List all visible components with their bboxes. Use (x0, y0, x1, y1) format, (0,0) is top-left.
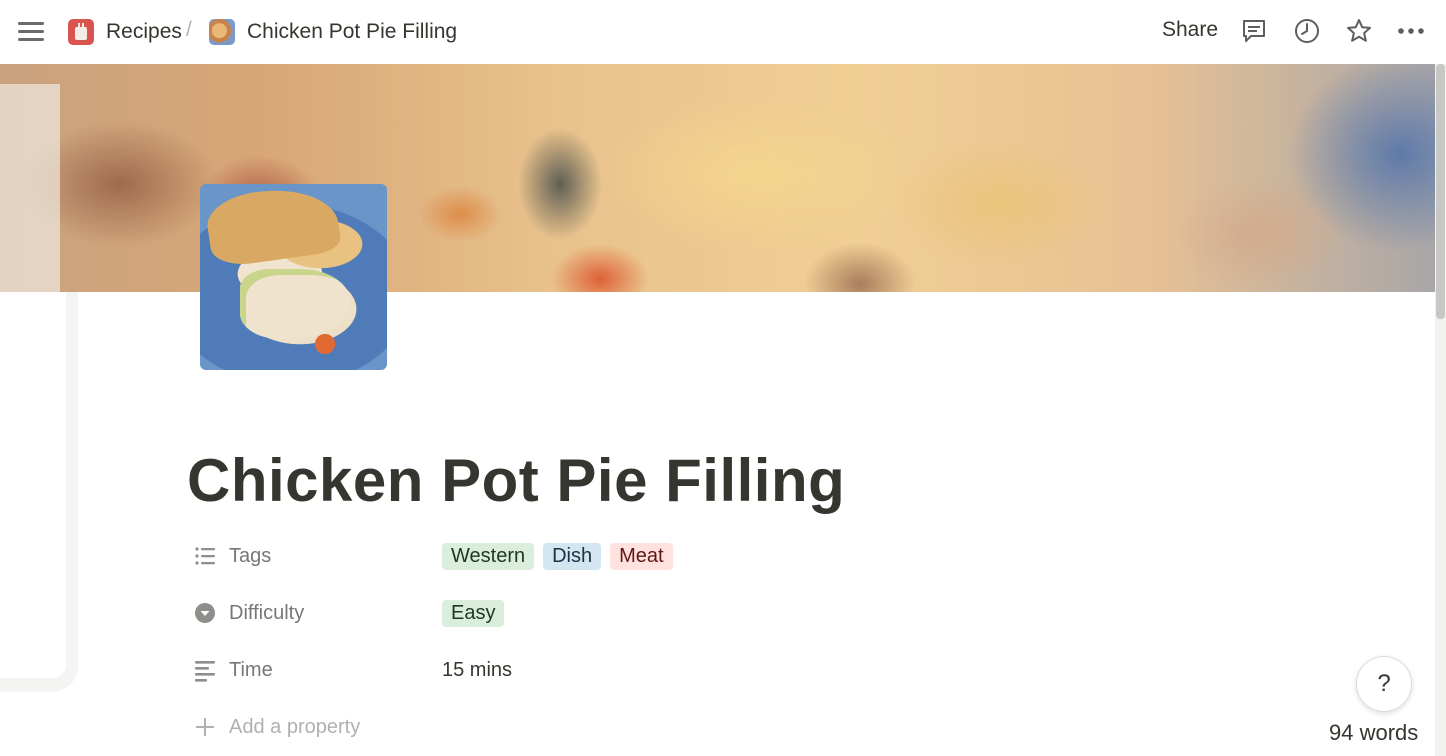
breadcrumb-separator: / (186, 18, 192, 41)
plus-icon (196, 718, 214, 736)
time-value[interactable]: 15 mins (442, 659, 512, 682)
star-icon[interactable] (1345, 17, 1373, 45)
breadcrumb-label: Chicken Pot Pie Filling (247, 20, 458, 43)
pot-pie-icon (209, 19, 235, 45)
scrollbar[interactable] (1435, 64, 1446, 756)
difficulty-value[interactable]: Easy (442, 599, 505, 627)
comment-icon[interactable] (1240, 17, 1268, 45)
breadcrumb-recipes[interactable]: Recipes (68, 16, 182, 48)
breadcrumb-current-page[interactable]: Chicken Pot Pie Filling (209, 16, 457, 48)
share-button[interactable]: Share (1162, 18, 1218, 42)
top-bar: Recipes / Chicken Pot Pie Filling Share (0, 0, 1446, 64)
text-icon (195, 661, 215, 682)
time-text: 15 mins (442, 658, 513, 681)
tags-value[interactable]: Western Dish Meat (442, 542, 673, 570)
history-icon[interactable] (1293, 17, 1321, 45)
list-icon (195, 547, 215, 565)
page-title[interactable]: Chicken Pot Pie Filling (187, 446, 845, 515)
property-label: Time (229, 658, 273, 681)
word-count: 94 words (1329, 720, 1419, 745)
add-property-label: Add a property (229, 715, 361, 738)
tag-easy[interactable]: Easy (442, 599, 505, 627)
breadcrumb-label: Recipes (106, 20, 182, 43)
help-button[interactable]: ? (1356, 656, 1412, 712)
recipes-jar-icon (68, 19, 94, 45)
sidebar-ghost-panel (0, 292, 78, 692)
property-label: Difficulty (229, 601, 305, 624)
scrollbar-thumb[interactable] (1436, 64, 1445, 319)
select-icon (195, 603, 215, 623)
more-icon[interactable] (1397, 17, 1425, 45)
tag-dish[interactable]: Dish (543, 542, 602, 570)
page-icon-pot-pie[interactable] (200, 184, 387, 370)
property-label: Tags (229, 544, 272, 567)
tag-meat[interactable]: Meat (610, 542, 673, 570)
menu-icon[interactable] (18, 19, 44, 43)
tag-western[interactable]: Western (442, 542, 535, 570)
